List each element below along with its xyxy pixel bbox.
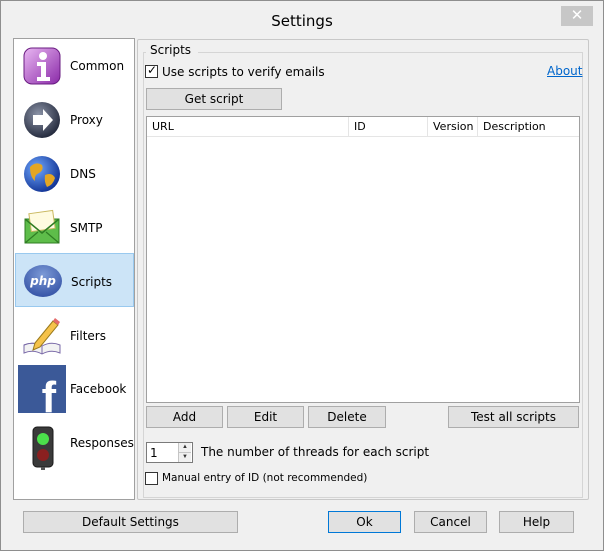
edit-button[interactable]: Edit — [227, 406, 304, 428]
facebook-icon-text: f — [42, 374, 57, 413]
get-script-button[interactable]: Get script — [146, 88, 282, 110]
test-all-scripts-button[interactable]: Test all scripts — [448, 406, 579, 428]
settings-sidebar: Common Proxy DNS SMTP php Scripts Filter… — [13, 38, 135, 500]
sidebar-item-label: SMTP — [70, 221, 103, 235]
threads-stepper[interactable]: 1 ▲ ▼ — [146, 442, 193, 463]
column-header-url[interactable]: URL — [147, 117, 349, 137]
manual-id-checkbox[interactable] — [145, 472, 158, 485]
settings-window: Settings ✕ Common Proxy DNS SMTP php Scr… — [0, 0, 604, 551]
chevron-down-icon[interactable]: ▼ — [179, 453, 191, 462]
sidebar-item-label: Facebook — [70, 382, 127, 396]
traffic-light-icon — [32, 426, 54, 470]
info-icon — [23, 47, 61, 85]
sidebar-item-scripts[interactable]: php Scripts — [15, 253, 134, 307]
sidebar-item-filters[interactable]: Filters — [15, 311, 134, 363]
use-scripts-checkbox[interactable]: ✓ — [145, 63, 158, 78]
scripts-group-title: Scripts — [150, 43, 192, 57]
add-button[interactable]: Add — [146, 406, 223, 428]
globe-icon — [24, 156, 60, 192]
help-button[interactable]: Help — [499, 511, 574, 533]
sidebar-item-smtp[interactable]: SMTP — [15, 203, 134, 255]
sidebar-item-facebook[interactable]: f Facebook — [15, 364, 134, 416]
sidebar-item-label: Proxy — [70, 113, 103, 127]
sidebar-item-dns[interactable]: DNS — [15, 149, 134, 201]
ok-button[interactable]: Ok — [328, 511, 401, 533]
sidebar-item-label: DNS — [70, 167, 96, 181]
facebook-icon: f — [18, 365, 66, 413]
delete-button[interactable]: Delete — [308, 406, 386, 428]
mail-icon — [24, 209, 60, 244]
title-bar: Settings ✕ — [1, 1, 603, 35]
threads-label: The number of threads for each script — [201, 445, 430, 459]
sidebar-item-label: Scripts — [71, 275, 113, 289]
chevron-up-icon[interactable]: ▲ — [179, 443, 191, 453]
sidebar-item-label: Common — [70, 59, 125, 73]
close-button[interactable]: ✕ — [561, 6, 593, 26]
php-icon-text: php — [29, 274, 56, 288]
window-title: Settings — [271, 12, 333, 30]
checkmark-icon: ✓ — [147, 63, 158, 77]
manual-id-label: Manual entry of ID (not recommended) — [162, 472, 368, 484]
default-settings-button[interactable]: Default Settings — [23, 511, 238, 533]
sidebar-item-proxy[interactable]: Proxy — [15, 95, 134, 147]
column-header-version[interactable]: Version — [428, 117, 478, 137]
stepper-buttons: ▲ ▼ — [178, 443, 192, 462]
cancel-button[interactable]: Cancel — [414, 511, 487, 533]
threads-value[interactable]: 1 — [150, 446, 158, 460]
use-scripts-label: Use scripts to verify emails — [162, 65, 325, 79]
sidebar-item-responses[interactable]: Responses — [15, 418, 134, 470]
proxy-arrow-icon — [24, 102, 60, 138]
column-header-description[interactable]: Description — [478, 117, 579, 137]
sidebar-item-label: Filters — [70, 329, 106, 343]
column-header-id[interactable]: ID — [349, 117, 428, 137]
sidebar-item-common[interactable]: Common — [15, 41, 134, 93]
sidebar-item-label: Responses — [70, 436, 134, 450]
php-icon: php — [24, 265, 62, 297]
scripts-table[interactable]: URL ID Version Description — [146, 116, 580, 403]
pencil-book-icon — [23, 318, 61, 355]
about-link[interactable]: About — [547, 64, 582, 78]
